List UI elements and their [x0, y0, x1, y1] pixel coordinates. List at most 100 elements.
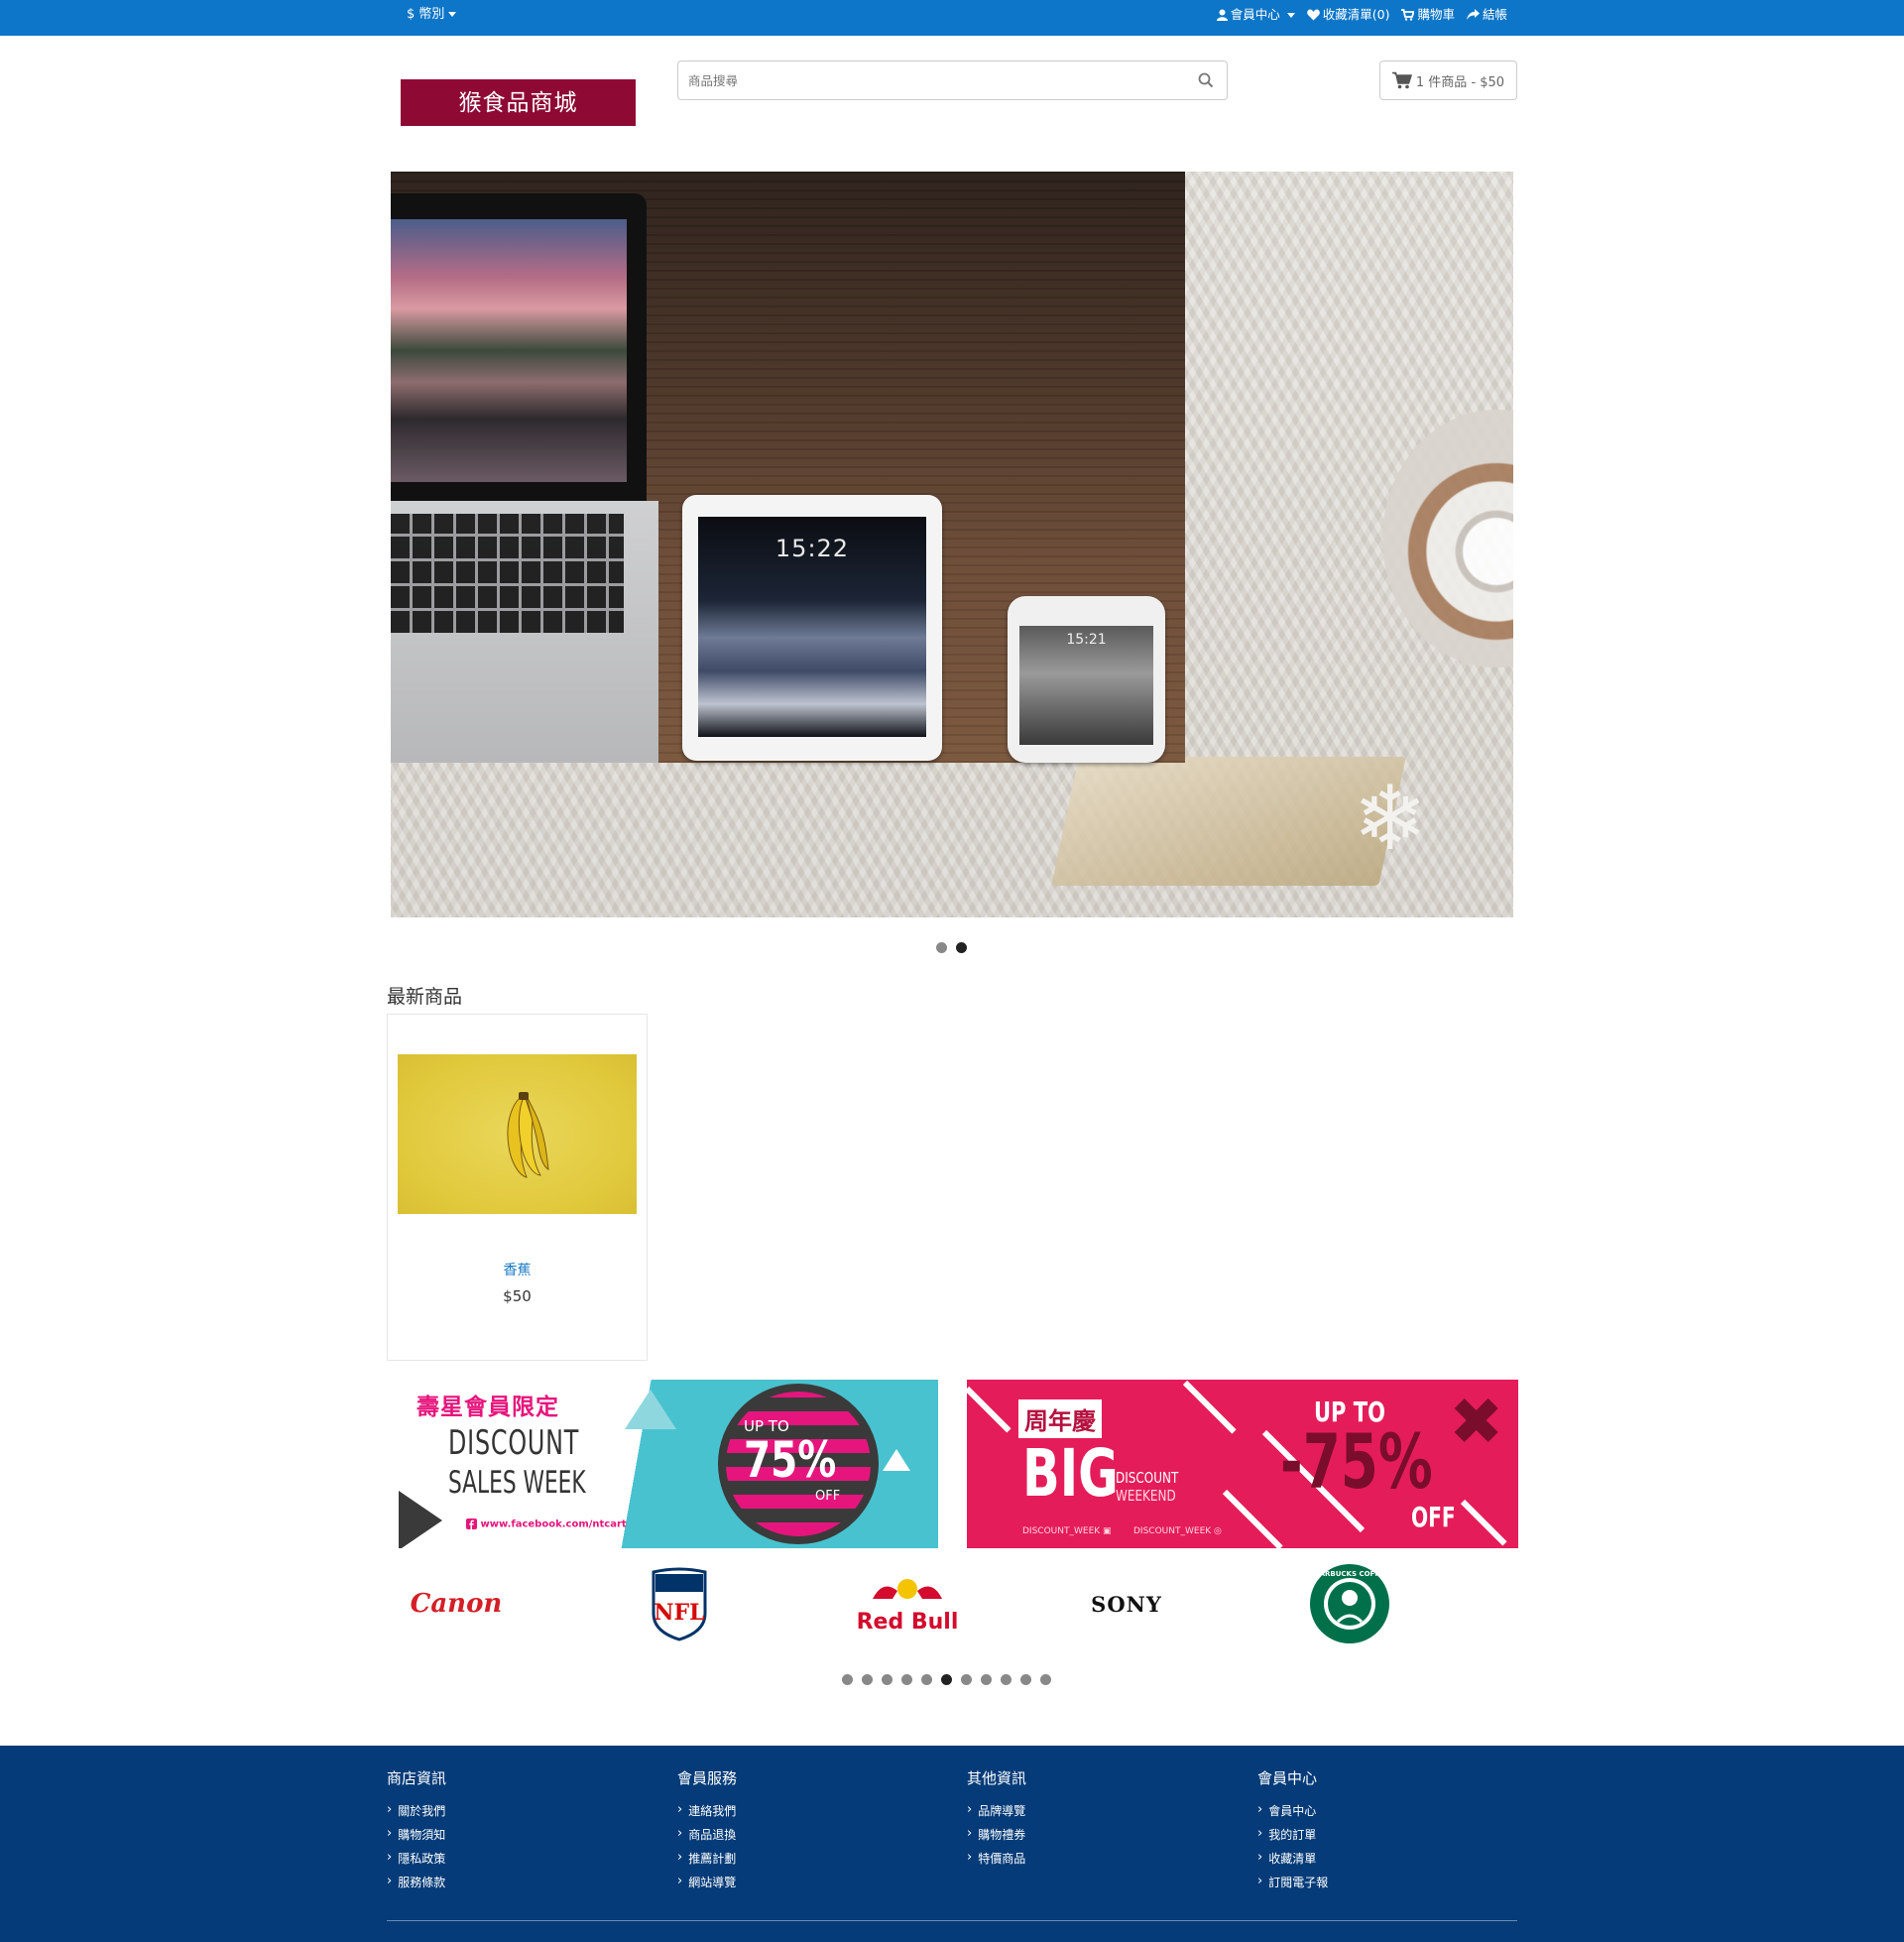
checkout-label: 結帳 [1482, 7, 1507, 22]
store-logo[interactable]: 猴食品商城 [401, 79, 636, 126]
hero-dot-1[interactable] [936, 942, 947, 953]
svg-text:Red Bull: Red Bull [857, 1610, 959, 1635]
promo-right-big: BIG [1022, 1435, 1119, 1512]
brand-dot-7[interactable] [961, 1674, 972, 1685]
hero-dot-2[interactable] [956, 942, 967, 953]
member-center-label: 會員中心 [1230, 7, 1280, 22]
hero-slider[interactable]: ❄ 15:22 15:21 [391, 172, 1513, 917]
brand-canon-logo[interactable]: Canon [397, 1559, 516, 1648]
chevron-right-icon: › [1257, 1850, 1263, 1865]
footer-column-title: 其他資訊 [967, 1769, 1027, 1787]
brand-sony-logo[interactable]: SONY [1077, 1559, 1176, 1648]
promo-left-line1: DISCOUNT [448, 1423, 580, 1463]
footer-column-title: 會員服務 [677, 1769, 738, 1787]
product-name[interactable]: 香蕉 [388, 1260, 647, 1279]
promo-right-discount: DISCOUNT [1116, 1469, 1179, 1487]
top-links: 會員中心 收藏清單(0) 購物車 結帳 [1216, 0, 1507, 30]
promo-banner-birthday[interactable]: 壽星會員限定 DISCOUNT SALES WEEK www.facebook.… [387, 1380, 938, 1548]
brand-dot-5[interactable] [921, 1674, 932, 1685]
footer-column-other-info: 其他資訊 › 品牌導覽 › 購物禮券 › 特價商品 [967, 1767, 1195, 1874]
brand-redbull-logo[interactable]: Red Bull [853, 1559, 962, 1648]
footer-column-member-center: 會員中心 › 會員中心 › 我的訂單 › 收藏清單 › 訂閱電子報 [1257, 1767, 1486, 1897]
promo-left-percent: 75% [744, 1431, 837, 1489]
latest-products-title: 最新商品 [387, 986, 463, 1008]
search-input[interactable] [678, 61, 1174, 99]
chevron-down-icon [448, 12, 457, 17]
hero-pagination [936, 942, 967, 953]
brand-dot-10[interactable] [1020, 1674, 1031, 1685]
brand-dot-4[interactable] [901, 1674, 912, 1685]
phone-clock: 15:21 [1066, 632, 1107, 648]
footer-link[interactable]: › 關於我們 [387, 1802, 615, 1826]
heart-icon [1306, 9, 1320, 21]
footer-link[interactable]: › 網站導覽 [677, 1874, 905, 1897]
chevron-right-icon: › [387, 1874, 393, 1888]
brand-dot-9[interactable] [1001, 1674, 1012, 1685]
footer-link[interactable]: › 商品退換 [677, 1826, 905, 1850]
chevron-right-icon: › [1257, 1874, 1263, 1888]
brand-dot-8[interactable] [981, 1674, 992, 1685]
footer-link[interactable]: › 我的訂單 [1257, 1826, 1486, 1850]
keyboard [391, 514, 624, 633]
cross-icon: ✖ [1449, 1384, 1504, 1460]
footer-link[interactable]: › 會員中心 [1257, 1802, 1486, 1826]
brand-dot-11[interactable] [1040, 1674, 1051, 1685]
instagram-icon: ◎ [1214, 1526, 1222, 1536]
cart-icon [1401, 9, 1415, 21]
cart-icon [1391, 71, 1412, 89]
wishlist-link[interactable]: 收藏清單(0) [1306, 0, 1389, 30]
promo-right-off: OFF [1411, 1501, 1456, 1533]
chevron-right-icon: › [387, 1826, 393, 1841]
site-footer: 商店資訊 › 關於我們 › 購物須知 › 隱私政策 › 服務條款 會員服務 › 連絡我們 … [0, 1746, 1904, 1942]
footer-link[interactable]: › 收藏清單 [1257, 1850, 1486, 1874]
footer-link[interactable]: › 連絡我們 [677, 1802, 905, 1826]
brand-nfl-logo[interactable]: NFL [650, 1559, 709, 1648]
chevron-right-icon: › [677, 1850, 683, 1865]
promo-right-percent: -75% [1280, 1417, 1433, 1506]
brand-dot-6[interactable] [941, 1674, 952, 1685]
footer-link[interactable]: › 購物禮券 [967, 1826, 1195, 1850]
promo-right-subtitle: DISCOUNT WEEKEND [1116, 1469, 1178, 1505]
member-center-link[interactable]: 會員中心 [1216, 0, 1295, 30]
footer-link[interactable]: › 隱私政策 [387, 1850, 615, 1874]
brand-dot-2[interactable] [862, 1674, 873, 1685]
brand-dot-3[interactable] [882, 1674, 892, 1685]
footer-link[interactable]: › 品牌導覽 [967, 1802, 1195, 1826]
chevron-right-icon: › [387, 1850, 393, 1865]
footer-column-title: 商店資訊 [387, 1769, 447, 1787]
footer-link[interactable]: › 服務條款 [387, 1874, 615, 1897]
product-card[interactable]: 香蕉 $50 [387, 1014, 648, 1361]
brand-dot-1[interactable] [842, 1674, 853, 1685]
footer-link[interactable]: › 購物須知 [387, 1826, 615, 1850]
search-icon[interactable] [1197, 71, 1215, 89]
svg-text:STARBUCKS COFFEE: STARBUCKS COFFEE [1310, 1570, 1389, 1578]
promo-right-tag: 周年慶 [1018, 1399, 1102, 1438]
footer-column-store-info: 商店資訊 › 關於我們 › 購物須知 › 隱私政策 › 服務條款 [387, 1767, 615, 1897]
chevron-right-icon: › [387, 1802, 393, 1817]
currency-dropdown[interactable]: $ 幣別 [407, 0, 457, 30]
footer-link[interactable]: › 推薦計劃 [677, 1850, 905, 1874]
footer-link[interactable]: › 訂閱電子報 [1257, 1874, 1486, 1897]
snowflake-icon: ❄ [1353, 767, 1428, 871]
chevron-right-icon: › [677, 1802, 683, 1817]
promo-right-handle-2: DISCOUNT_WEEK ◎ [1133, 1526, 1222, 1536]
footer-link[interactable]: › 特價商品 [967, 1850, 1195, 1874]
promo-left-off: OFF [815, 1489, 841, 1504]
product-image[interactable] [398, 1054, 637, 1214]
banana-image [507, 1092, 549, 1178]
footer-column-title: 會員中心 [1257, 1769, 1318, 1787]
footer-divider [387, 1920, 1517, 1921]
devices-slide: 15:22 15:21 [391, 172, 1185, 763]
promo-banner-anniversary[interactable]: 周年慶 BIG DISCOUNT WEEKEND DISCOUNT_WEEK ▣… [967, 1380, 1518, 1548]
brand-starbucks-logo[interactable]: STARBUCKS COFFEE [1307, 1559, 1392, 1648]
chevron-right-icon: › [967, 1802, 973, 1817]
promo-left-url: www.facebook.com/ntcart [466, 1518, 627, 1530]
product-price: $50 [503, 1287, 532, 1305]
cart-link[interactable]: 購物車 [1401, 0, 1455, 30]
chevron-right-icon: › [677, 1826, 683, 1841]
footer-column-member-services: 會員服務 › 連絡我們 › 商品退換 › 推薦計劃 › 網站導覽 [677, 1767, 905, 1897]
cart-summary-button[interactable]: 1 件商品 - $50 [1379, 61, 1517, 100]
checkout-link[interactable]: 結帳 [1466, 0, 1507, 30]
brand-carousel: Canon NFL Red Bull SONY STARBUCKS COFFEE [397, 1559, 1527, 1648]
currency-label: $ 幣別 [407, 7, 445, 22]
